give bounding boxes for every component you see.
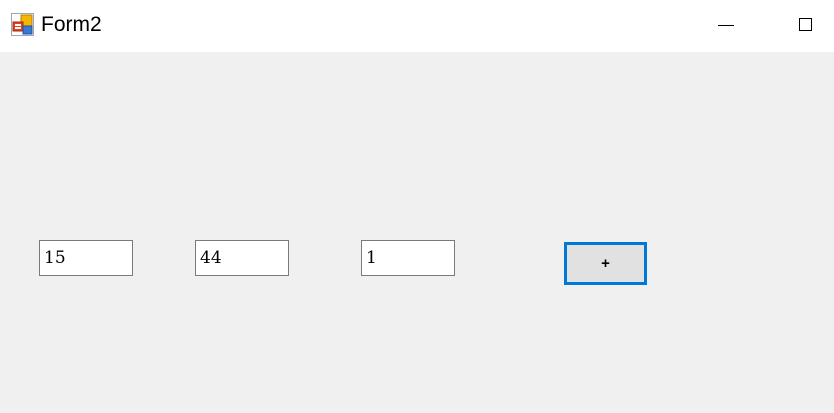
window-title: Form2	[41, 13, 102, 36]
maximize-button[interactable]	[783, 0, 829, 52]
maximize-icon	[799, 18, 812, 31]
form-client-area	[0, 52, 834, 413]
minimize-icon	[718, 25, 734, 26]
textbox-2[interactable]	[195, 240, 289, 276]
textbox-3[interactable]	[361, 240, 455, 276]
add-button[interactable]: +	[564, 242, 647, 285]
minimize-button[interactable]	[703, 0, 749, 52]
textbox-1[interactable]	[39, 240, 133, 276]
windows-form-icon	[11, 13, 34, 36]
title-bar[interactable]: Form2	[0, 0, 834, 52]
